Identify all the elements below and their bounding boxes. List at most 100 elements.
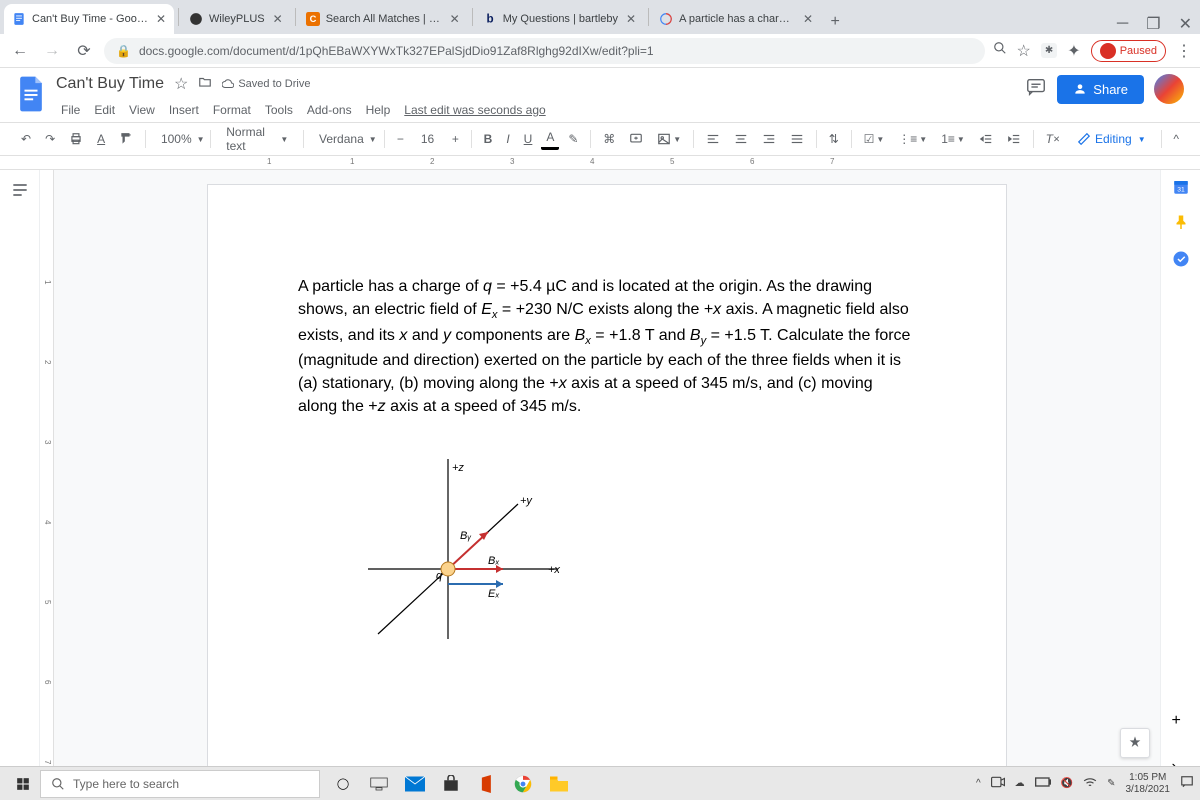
line-spacing-button[interactable]: ⇅: [824, 128, 844, 150]
explore-button[interactable]: [1120, 728, 1150, 758]
cortana-icon[interactable]: ◯: [326, 769, 360, 799]
increase-indent-button[interactable]: [1002, 128, 1026, 150]
battery-icon[interactable]: [1035, 777, 1051, 790]
comments-icon[interactable]: [1025, 76, 1047, 103]
task-view-icon[interactable]: [362, 769, 396, 799]
meet-now-icon[interactable]: [991, 776, 1005, 791]
clock[interactable]: 1:05 PM 3/18/2021: [1126, 772, 1171, 796]
insert-image-button[interactable]: ▼: [652, 128, 686, 150]
align-left-button[interactable]: [701, 128, 725, 150]
chrome-app-icon[interactable]: [506, 769, 540, 799]
menu-insert[interactable]: Insert: [164, 101, 204, 119]
numbered-list-button[interactable]: 1≡▼: [936, 128, 970, 150]
calendar-icon[interactable]: 31: [1172, 178, 1190, 196]
tab-wileyplus[interactable]: WileyPLUS ✕: [181, 4, 291, 34]
align-right-button[interactable]: [757, 128, 781, 150]
tasks-icon[interactable]: [1172, 250, 1190, 268]
mail-app-icon[interactable]: [398, 769, 432, 799]
tab-google-search[interactable]: A particle has a charge of q = ✕: [651, 4, 821, 34]
decrease-indent-button[interactable]: [974, 128, 998, 150]
add-panel-icon[interactable]: +: [1172, 712, 1190, 730]
clear-formatting-button[interactable]: T✕: [1041, 128, 1065, 150]
menu-addons[interactable]: Add-ons: [302, 101, 357, 119]
onedrive-icon[interactable]: ☁: [1015, 778, 1025, 789]
font-dropdown[interactable]: Verdana▼: [311, 128, 377, 150]
puzzle-icon[interactable]: ✦: [1067, 41, 1080, 61]
align-center-button[interactable]: [729, 128, 753, 150]
menu-help[interactable]: Help: [361, 101, 396, 119]
collapse-toolbar-button[interactable]: ^: [1168, 128, 1184, 150]
insert-link-button[interactable]: ⌘: [598, 128, 620, 150]
menu-icon[interactable]: ⋮: [1176, 41, 1192, 61]
bullet-list-button[interactable]: ⋮≡▼: [893, 128, 932, 150]
document-title[interactable]: Can't Buy Time: [56, 75, 164, 93]
print-button[interactable]: [64, 128, 88, 150]
checklist-button[interactable]: ☑▼: [859, 128, 890, 150]
star-document-icon[interactable]: ☆: [174, 74, 188, 94]
text-color-button[interactable]: A: [541, 128, 559, 150]
increase-font-button[interactable]: +: [447, 128, 464, 150]
wifi-icon[interactable]: [1083, 776, 1097, 791]
menu-file[interactable]: File: [56, 101, 85, 119]
url-input[interactable]: 🔒 docs.google.com/document/d/1pQhEBaWXYW…: [104, 38, 985, 64]
menu-view[interactable]: View: [124, 101, 160, 119]
minimize-icon[interactable]: ─: [1117, 15, 1128, 33]
taskbar-search[interactable]: Type here to search: [40, 770, 320, 798]
zoom-icon[interactable]: [993, 41, 1007, 60]
tab-chegg[interactable]: C Search All Matches | Chegg.com ✕: [298, 4, 468, 34]
paint-format-button[interactable]: [114, 128, 138, 150]
close-icon[interactable]: ✕: [626, 12, 636, 26]
outline-toggle-icon[interactable]: [10, 180, 30, 200]
redo-button[interactable]: ↷: [40, 128, 60, 150]
mode-dropdown[interactable]: Editing▼: [1069, 128, 1154, 150]
menu-format[interactable]: Format: [208, 101, 256, 119]
undo-button[interactable]: ↶: [16, 128, 36, 150]
store-app-icon[interactable]: [434, 769, 468, 799]
close-window-icon[interactable]: ✕: [1179, 14, 1192, 34]
new-tab-button[interactable]: +: [823, 10, 847, 34]
vertical-ruler[interactable]: 1 2 3 4 5 6 7: [40, 170, 54, 786]
font-size-input[interactable]: 16: [413, 128, 443, 150]
close-icon[interactable]: ✕: [450, 12, 460, 26]
style-dropdown[interactable]: Normal text▼: [218, 121, 296, 157]
align-justify-button[interactable]: [785, 128, 809, 150]
document-canvas[interactable]: A particle has a charge of q = +5.4 µC a…: [54, 170, 1160, 786]
highlight-button[interactable]: ✎: [563, 128, 583, 150]
start-button[interactable]: [6, 767, 40, 801]
forward-button[interactable]: →: [40, 39, 64, 63]
underline-button[interactable]: U: [519, 128, 538, 150]
keep-icon[interactable]: [1172, 214, 1190, 232]
close-icon[interactable]: ✕: [156, 12, 166, 26]
move-document-icon[interactable]: [198, 75, 212, 94]
save-status[interactable]: Saved to Drive: [222, 78, 310, 90]
tray-chevron-icon[interactable]: ^: [976, 778, 981, 789]
extension-icon[interactable]: ✱: [1041, 43, 1057, 58]
add-comment-button[interactable]: [624, 128, 648, 150]
italic-button[interactable]: I: [501, 128, 514, 150]
profile-paused-chip[interactable]: Paused: [1091, 40, 1166, 62]
share-button[interactable]: Share: [1057, 75, 1144, 104]
last-edit-link[interactable]: Last edit was seconds ago: [399, 101, 550, 119]
reload-button[interactable]: ⟳: [72, 39, 96, 63]
star-icon[interactable]: ☆: [1017, 41, 1031, 61]
bold-button[interactable]: B: [479, 128, 498, 150]
input-icon[interactable]: ✎: [1107, 778, 1115, 789]
maximize-icon[interactable]: ❐: [1146, 14, 1160, 34]
explorer-app-icon[interactable]: [542, 769, 576, 799]
back-button[interactable]: ←: [8, 39, 32, 63]
notifications-icon[interactable]: [1180, 775, 1194, 792]
tab-bartleby[interactable]: b My Questions | bartleby ✕: [475, 4, 644, 34]
zoom-dropdown[interactable]: 100%▼: [153, 128, 204, 150]
document-page[interactable]: A particle has a charge of q = +5.4 µC a…: [207, 184, 1007, 786]
office-app-icon[interactable]: [470, 769, 504, 799]
volume-icon[interactable]: 🔇: [1061, 778, 1073, 789]
document-body-text[interactable]: A particle has a charge of q = +5.4 µC a…: [298, 275, 916, 419]
menu-tools[interactable]: Tools: [260, 101, 298, 119]
close-icon[interactable]: ✕: [273, 12, 283, 26]
horizontal-ruler[interactable]: 1 1 2 3 4 5 6 7: [0, 156, 1200, 170]
user-avatar[interactable]: [1154, 74, 1184, 104]
menu-edit[interactable]: Edit: [89, 101, 120, 119]
spellcheck-button[interactable]: A: [92, 128, 110, 150]
decrease-font-button[interactable]: −: [392, 128, 409, 150]
tab-google-docs[interactable]: Can't Buy Time - Google Docs ✕: [4, 4, 174, 34]
